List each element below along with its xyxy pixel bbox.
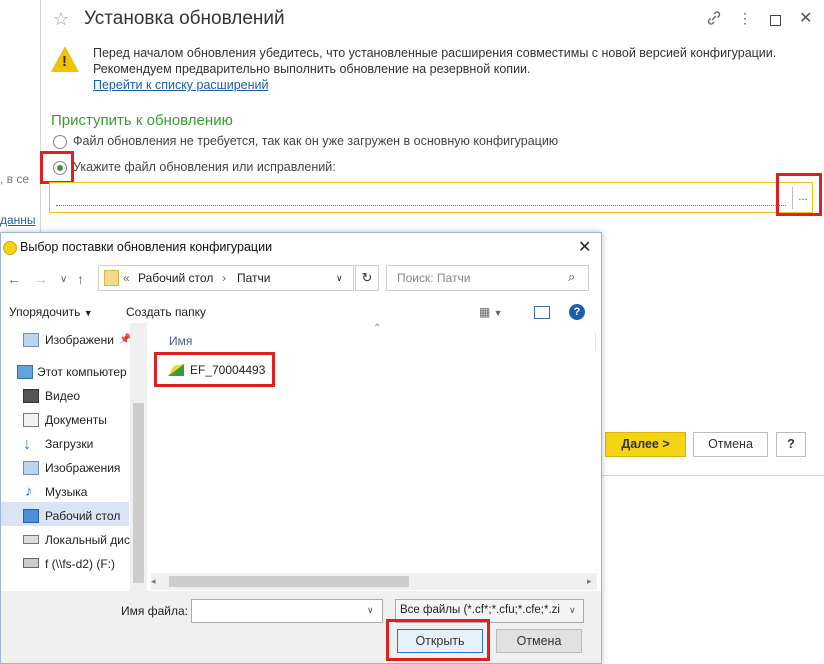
dialog-footer: Имя файла: ∨ Все файлы (*.cf*;*.cfu;*.cf… [1,591,601,663]
scroll-right-icon[interactable]: ▸ [587,576,592,587]
breadcrumb-separator-icon: › [222,271,226,285]
sidebar-scroll-thumb[interactable] [133,403,144,583]
window-title: Установка обновлений [84,8,285,29]
downloads-icon: ↓ [23,436,31,453]
pictures-icon [23,461,39,475]
breadcrumb-prefix: « [123,271,130,285]
help-icon[interactable]: ? [569,304,585,320]
search-icon: ⌕ [568,269,576,284]
filename-label: Имя файла: [121,604,188,618]
up-arrow-icon[interactable]: ↑ [77,271,84,287]
search-placeholder: Поиск: Патчи [397,271,471,285]
back-arrow-icon[interactable]: ← [7,271,21,287]
sidebar-item-label: Этот компьютер [37,365,127,379]
documents-icon [23,413,39,427]
computer-icon [17,365,33,379]
highlight-open-box [386,619,490,661]
link-icon[interactable] [706,10,722,29]
music-icon: ♪ [25,483,33,500]
dialog-close-icon[interactable]: ✕ [578,237,591,257]
update-file-path-field[interactable]: ... [49,182,813,213]
horizontal-scroll-thumb[interactable] [169,576,409,587]
next-button[interactable]: Далее > [605,432,686,457]
preview-pane-icon[interactable] [534,306,550,319]
new-folder-button[interactable]: Создать папку [126,305,206,319]
highlight-browse-box [776,173,822,216]
desktop-icon [23,509,39,523]
disk-icon [23,535,39,544]
dialog-cancel-button[interactable]: Отмена [496,629,582,653]
more-icon[interactable]: ⋮ [738,10,752,27]
column-header-name[interactable]: Имя [169,334,192,348]
sidebar-item-label: Изображени [45,333,114,347]
sidebar-item-label: Загрузки [45,437,94,451]
search-input[interactable]: Поиск: Патчи ⌕ [386,265,589,291]
cancel-button[interactable]: Отмена [693,432,768,457]
close-icon[interactable]: ✕ [799,8,812,28]
radio-specify-file-label: Укажите файл обновления или исправлений: [73,160,336,174]
breadcrumb-desktop[interactable]: Рабочий стол [138,271,213,285]
sidebar-item-label: Музыка [45,485,88,499]
file-open-dialog: Выбор поставки обновления конфигурации ✕… [0,232,602,664]
warning-text-line1: Перед началом обновления убедитесь, что … [93,46,777,60]
warning-mark: ! [62,53,67,70]
filetype-value: Все файлы (*.cf*;*.cfu;*.cfe;*.zi [400,604,560,616]
sidebar-scrollbar[interactable] [130,323,147,591]
warning-text-line2: Рекомендуем предварительно выполнить обн… [93,62,531,76]
horizontal-scrollbar[interactable]: ◂ ▸ [151,573,597,590]
address-dropdown-icon[interactable]: ∨ [336,273,343,284]
sidebar-item-label: Локальный дис [45,533,130,547]
background-text-fragment: , в се [0,172,30,186]
app-icon [3,241,17,255]
sidebar-item-label: Документы [45,413,107,427]
refresh-icon[interactable]: ↻ [355,265,379,291]
file-path-underline [56,205,786,206]
extensions-list-link[interactable]: Перейти к списку расширений [93,78,268,92]
forward-arrow-icon[interactable]: → [34,271,48,287]
section-title: Приступить к обновлению [51,112,233,129]
radio-no-file[interactable] [53,135,67,149]
sort-chevron-icon: ⌃ [373,323,382,334]
filename-input[interactable]: ∨ [191,599,383,623]
network-drive-icon [23,558,39,568]
background-link-fragment[interactable]: данны [0,213,36,227]
favorite-star-icon[interactable]: ☆ [53,9,69,30]
organize-menu[interactable]: Упорядочить ▼ [9,305,93,319]
radio-no-file-label: Файл обновления не требуется, так как он… [73,134,559,148]
recent-locations-chevron-icon[interactable]: ∨ [60,274,67,285]
help-button[interactable]: ? [776,432,806,457]
organize-label: Упорядочить [9,305,81,319]
view-options-icon[interactable]: ▦ ▼ [479,305,503,319]
sidebar-item-label: Изображения [45,461,121,475]
sidebar-item-label: f (\\fs-d2) (F:) [45,557,115,571]
folder-icon [104,270,119,286]
video-icon [23,389,39,403]
dropdown-arrow-icon: ▼ [83,308,93,318]
maximize-icon[interactable] [770,15,781,26]
highlight-file-box [154,352,275,387]
filename-dropdown-icon[interactable]: ∨ [367,605,374,616]
sidebar-item-label: Рабочий стол [45,509,121,523]
column-divider [595,333,596,351]
pictures-icon [23,333,39,347]
breadcrumb-patches[interactable]: Патчи [237,271,271,285]
scroll-left-icon[interactable]: ◂ [151,576,156,587]
filetype-dropdown-icon: ∨ [569,605,576,615]
highlight-radio-box [40,151,74,184]
sidebar-item-label: Видео [45,389,81,403]
dialog-title: Выбор поставки обновления конфигурации [20,240,273,254]
address-bar[interactable]: « Рабочий стол › Патчи ∨ [98,265,354,291]
